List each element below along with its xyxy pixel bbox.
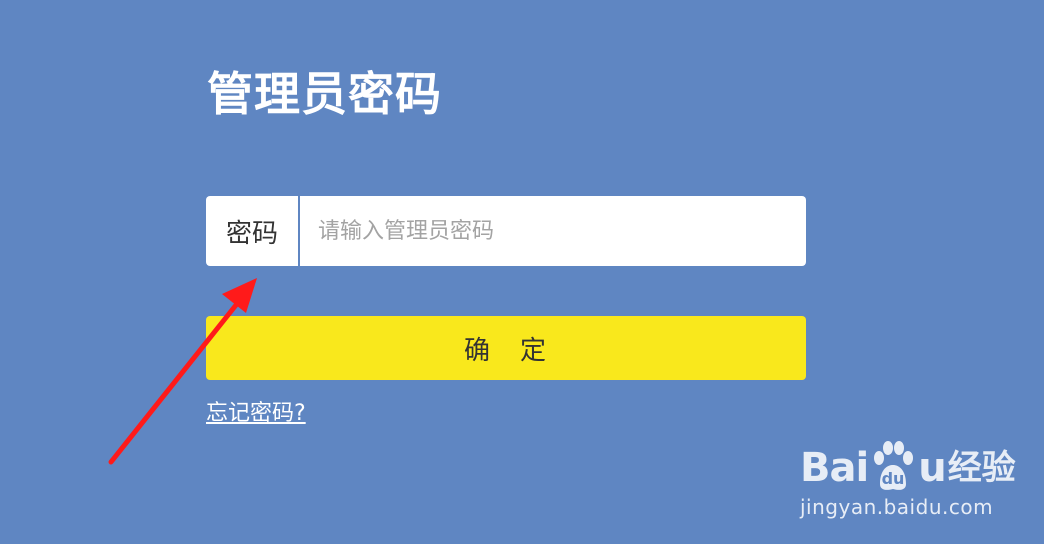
password-label: 密码: [206, 196, 300, 266]
page-title: 管理员密码: [207, 67, 442, 121]
confirm-button[interactable]: 确 定: [206, 316, 806, 380]
watermark-url: jingyan.baidu.com: [800, 495, 994, 519]
watermark-brand-cn: 经验: [947, 448, 1016, 488]
password-input[interactable]: [300, 196, 806, 266]
baidu-paw-icon: du: [874, 441, 914, 490]
watermark-brand-right: u: [918, 445, 947, 491]
forgot-password-link[interactable]: 忘记密码?: [206, 398, 306, 430]
svg-text:du: du: [882, 469, 905, 488]
watermark-brand-left: Bai: [800, 445, 869, 491]
password-field-group: 密码: [206, 196, 806, 266]
baidu-jingyan-watermark: Bai du u 经验 jingyan.baidu.com: [800, 428, 1030, 528]
page: 管理员密码 密码 确 定 忘记密码? Bai du u 经验 jingyan.b…: [0, 0, 1044, 544]
